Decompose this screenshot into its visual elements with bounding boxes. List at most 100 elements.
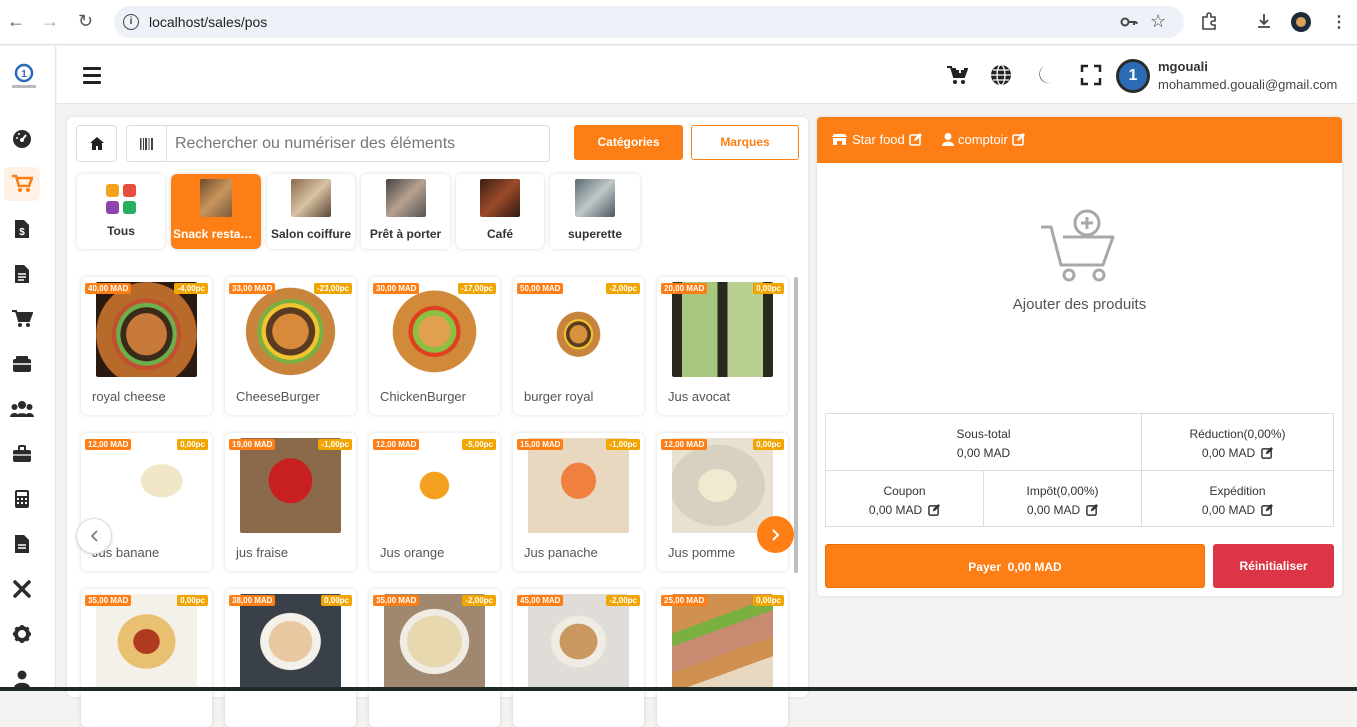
product-card[interactable]: 35,00 MAD 0,00pc bbox=[81, 589, 212, 727]
category-label: Snack restaurant bbox=[173, 227, 261, 241]
price-badge: 20,00 MAD bbox=[661, 283, 708, 294]
menu-kebab-icon[interactable]: ⋮ bbox=[1331, 12, 1347, 32]
price-badge: 35,00 MAD bbox=[85, 595, 132, 606]
product-card[interactable]: 35,00 MAD -2,00pc bbox=[369, 589, 500, 727]
empty-cart-icon bbox=[1039, 209, 1119, 285]
dark-mode-moon-icon[interactable] bbox=[1035, 64, 1057, 86]
bookmark-star-icon[interactable]: ☆ bbox=[1150, 11, 1166, 32]
product-card[interactable]: 25,00 MAD 0,00pc bbox=[657, 589, 788, 727]
tax-value: 0,00 MAD bbox=[1026, 503, 1081, 517]
pay-button[interactable]: Payer 0,00 MAD bbox=[825, 544, 1205, 588]
calculator-icon bbox=[15, 490, 29, 508]
site-info-icon[interactable]: i bbox=[123, 14, 139, 30]
reset-button[interactable]: Réinitialiser bbox=[1213, 544, 1334, 588]
sidebar-item-sales[interactable]: $ bbox=[4, 212, 40, 246]
product-name: Jus pomme bbox=[668, 545, 736, 560]
coupon-value: 0,00 MAD bbox=[868, 503, 923, 517]
product-browser: Catégories Marques Tous Snack restaurant… bbox=[67, 117, 808, 727]
discount-badge: 0,00pc bbox=[753, 595, 784, 606]
avatar[interactable]: 1 bbox=[1116, 59, 1150, 93]
product-image bbox=[528, 282, 629, 377]
category-superette[interactable]: superette bbox=[550, 174, 640, 249]
sidebar-item-tools[interactable] bbox=[4, 572, 40, 606]
previous-page-button[interactable] bbox=[76, 518, 112, 554]
edit-shipping-icon[interactable] bbox=[1261, 504, 1274, 516]
price-badge: 33,00 MAD bbox=[229, 283, 276, 294]
product-card[interactable]: 30,00 MAD -17,00pc ChickenBurger bbox=[369, 277, 500, 415]
order-panel: Star food comptoir Ajouter des produits … bbox=[817, 117, 1342, 596]
discount-label: Réduction(0,00%) bbox=[1189, 427, 1286, 441]
category-salon-coiffure[interactable]: Salon coiffure bbox=[267, 174, 355, 249]
sidebar-item-pos[interactable] bbox=[4, 167, 40, 201]
product-name: royal cheese bbox=[92, 389, 166, 404]
store-selector[interactable]: Star food bbox=[831, 132, 922, 147]
box-icon bbox=[13, 356, 31, 372]
profile-icon[interactable] bbox=[1290, 11, 1312, 38]
sidebar-item-purchases[interactable] bbox=[4, 302, 40, 336]
sidebar-item-hrm[interactable] bbox=[4, 437, 40, 471]
edit-coupon-icon[interactable] bbox=[928, 504, 941, 516]
price-badge: 15,00 MAD bbox=[517, 439, 564, 450]
price-badge: 45,00 MAD bbox=[517, 595, 564, 606]
barcode-icon[interactable] bbox=[127, 126, 167, 161]
product-card[interactable]: 33,00 MAD -23,00pc CheeseBurger bbox=[225, 277, 356, 415]
search-input[interactable] bbox=[175, 133, 545, 155]
subtotal-value: 0,00 MAD bbox=[956, 446, 1011, 460]
download-icon[interactable] bbox=[1255, 12, 1273, 35]
discount-badge: 0,00pc bbox=[321, 595, 352, 606]
edit-tax-icon[interactable] bbox=[1086, 504, 1099, 516]
cart-plus-icon bbox=[12, 310, 33, 327]
coupon-label: Coupon bbox=[883, 484, 926, 498]
pos-cart-icon[interactable] bbox=[946, 64, 969, 86]
sidebar-item-settings[interactable] bbox=[4, 617, 40, 651]
category-label: Café bbox=[486, 227, 513, 241]
discount-badge: -2,00pc bbox=[462, 595, 496, 606]
sidebar-item-quotations[interactable] bbox=[4, 257, 40, 291]
categories-button[interactable]: Catégories bbox=[574, 125, 683, 160]
extensions-icon[interactable] bbox=[1200, 12, 1218, 35]
product-card[interactable]: 20,00 MAD 0,00pc Jus avocat bbox=[657, 277, 788, 415]
sidebar-item-accounting[interactable] bbox=[4, 482, 40, 516]
product-card[interactable]: 40,00 MAD -4,00pc royal cheese bbox=[81, 277, 212, 415]
category-image bbox=[575, 179, 615, 217]
user-icon bbox=[14, 670, 30, 688]
back-icon[interactable]: ← bbox=[7, 11, 25, 32]
product-card[interactable]: 38,00 MAD 0,00pc bbox=[225, 589, 356, 727]
sidebar-item-dashboard[interactable] bbox=[4, 122, 40, 156]
product-image bbox=[96, 594, 197, 689]
category-cafe[interactable]: Café bbox=[456, 174, 544, 249]
sidebar-item-reports[interactable] bbox=[4, 527, 40, 561]
product-card[interactable]: 19,00 MAD -1,00pc jus fraise bbox=[225, 433, 356, 571]
product-image bbox=[96, 282, 197, 377]
category-snack-restaurant[interactable]: Snack restaurant bbox=[171, 174, 261, 249]
product-card[interactable]: 45,00 MAD -2,00pc bbox=[513, 589, 644, 727]
key-icon[interactable] bbox=[1120, 13, 1138, 36]
home-button[interactable] bbox=[76, 125, 117, 162]
product-card[interactable]: 12,00 MAD -5,00pc Jus orange bbox=[369, 433, 500, 571]
brands-button[interactable]: Marques bbox=[691, 125, 799, 160]
shipping-value: 0,00 MAD bbox=[1201, 503, 1256, 517]
discount-badge: 0,00pc bbox=[177, 439, 208, 450]
home-icon bbox=[89, 137, 104, 150]
hamburger-menu-icon[interactable] bbox=[83, 67, 101, 84]
reload-icon[interactable]: ↻ bbox=[78, 11, 93, 32]
fullscreen-icon[interactable] bbox=[1080, 64, 1102, 86]
next-page-button[interactable] bbox=[757, 516, 794, 553]
language-globe-icon[interactable] bbox=[990, 64, 1012, 86]
sidebar-item-people[interactable] bbox=[4, 392, 40, 426]
edit-discount-icon[interactable] bbox=[1261, 447, 1274, 459]
settings-icon bbox=[13, 625, 31, 643]
shipping-cell: Expédition 0,00 MAD bbox=[1142, 484, 1333, 517]
category-pret-a-porter[interactable]: Prêt à porter bbox=[361, 174, 450, 249]
address-bar[interactable]: i localhost/sales/pos ☆ bbox=[114, 6, 1184, 38]
sidebar-item-products[interactable] bbox=[4, 347, 40, 381]
product-card[interactable]: 50,00 MAD -2,00pc burger royal bbox=[513, 277, 644, 415]
forward-icon[interactable]: → bbox=[41, 11, 59, 32]
category-image bbox=[385, 179, 426, 217]
customer-selector[interactable]: comptoir bbox=[942, 132, 1025, 147]
category-tous[interactable]: Tous bbox=[77, 174, 165, 249]
product-card[interactable]: 15,00 MAD -1,00pc Jus panache bbox=[513, 433, 644, 571]
product-scrollbar[interactable] bbox=[794, 277, 798, 573]
chevron-right-icon bbox=[771, 528, 779, 541]
subtotal-label: Sous-total bbox=[956, 427, 1011, 441]
